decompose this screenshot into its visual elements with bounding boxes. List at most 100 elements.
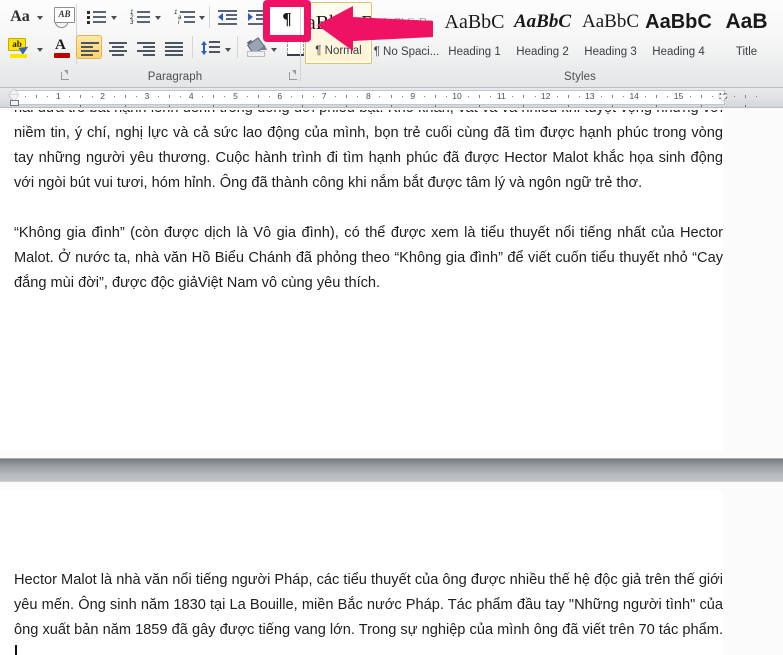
ruler-number: 7 xyxy=(321,91,327,101)
clear-formatting-button[interactable]: AB xyxy=(48,3,78,30)
multilevel-list-button[interactable]: 1 a i xyxy=(170,5,196,28)
shading-dropdown[interactable] xyxy=(268,38,279,60)
ruler-number: 10 xyxy=(452,91,462,101)
line-spacing-button[interactable] xyxy=(196,35,222,59)
chevron-down-icon xyxy=(36,48,43,52)
ruler-tick xyxy=(523,95,525,98)
ruler-dot xyxy=(379,96,381,97)
shading-color-button[interactable] xyxy=(242,35,268,59)
ruler-number: 12 xyxy=(540,91,551,101)
style-item-heading-1[interactable]: AaBbC Heading 1 xyxy=(441,2,508,64)
style-name: ¶ No Spaci... xyxy=(373,46,440,58)
text-highlight-color-dropdown[interactable] xyxy=(34,38,45,60)
multilevel-list-dropdown[interactable] xyxy=(196,6,207,28)
font-dialog-launcher[interactable] xyxy=(60,70,72,82)
ruler-dot xyxy=(711,96,713,97)
style-preview: AaBbC xyxy=(645,10,712,33)
align-left-button[interactable] xyxy=(76,35,102,59)
styles-gallery[interactable]: AaBbCcDc ¶ Normal AaBbCcDc ¶ No Spaci...… xyxy=(305,2,783,66)
ruler-tick xyxy=(346,95,348,98)
change-case-dropdown[interactable] xyxy=(34,6,45,28)
group-separator xyxy=(300,4,301,82)
chevron-down-icon xyxy=(154,16,161,20)
document-canvas[interactable]: hai đứa trẻ bất hạnh lênh đênh trong dòn… xyxy=(0,108,783,655)
styles-group-label: Styles xyxy=(564,71,596,83)
chevron-down-icon xyxy=(110,16,117,20)
ruler-dot xyxy=(157,96,159,97)
bullets-dropdown[interactable] xyxy=(108,6,119,28)
document-page-2[interactable]: Hector Malot là nhà văn nổi tiếng người … xyxy=(0,490,723,655)
style-item-title[interactable]: AaB Title xyxy=(713,2,780,64)
sort-button[interactable] xyxy=(235,5,237,7)
ruler-dot xyxy=(512,96,514,97)
bullets-button[interactable] xyxy=(82,5,108,28)
numbering-button[interactable]: 1 2 3 xyxy=(126,5,152,28)
ruler-tick xyxy=(479,95,481,98)
horizontal-ruler[interactable]: 1 2 3 4 5 6 7 8 9 10 11 12 13 14 15 16 xyxy=(0,88,783,108)
ruler-dot xyxy=(135,96,137,97)
paragraph[interactable]: “Không gia đình” (còn được dịch là Vô gi… xyxy=(14,221,723,296)
clear-formatting-label: AB xyxy=(58,9,71,19)
align-center-button[interactable] xyxy=(104,35,130,59)
style-name: Heading 2 xyxy=(516,46,569,58)
right-indent-marker[interactable] xyxy=(718,95,728,101)
style-name: ¶ Normal xyxy=(315,45,362,57)
clear-formatting-icon: AB xyxy=(54,7,75,23)
paragraph[interactable]: Hector Malot là nhà văn nổi tiếng người … xyxy=(14,568,723,655)
ruler-dot xyxy=(423,96,425,97)
page-2-body[interactable]: Hector Malot là nhà văn nổi tiếng người … xyxy=(14,568,723,655)
sort-paragraph-button[interactable] xyxy=(241,5,243,7)
decrease-indent-icon xyxy=(218,10,237,25)
highlight-color-bar xyxy=(10,54,27,58)
ruler-number: 8 xyxy=(366,91,371,101)
show-formatting-marks-button[interactable]: ¶ xyxy=(270,4,304,32)
ruler-number: 2 xyxy=(100,91,105,101)
change-case-button[interactable]: Aa xyxy=(6,5,34,29)
ruler-number: 9 xyxy=(410,91,416,101)
ruler-dot xyxy=(268,96,270,97)
ruler-dot xyxy=(357,96,359,97)
paragraph[interactable]: hai đứa trẻ bất hạnh lênh đênh trong dòn… xyxy=(14,108,723,196)
style-preview: AaBbC xyxy=(513,11,572,32)
chevron-down-icon xyxy=(36,16,43,20)
line-spacing-dropdown[interactable] xyxy=(222,38,233,60)
ruler-number: 6 xyxy=(277,91,283,101)
justify-button[interactable] xyxy=(160,35,186,59)
sort-button-main[interactable] xyxy=(243,5,245,7)
ruler-number: 5 xyxy=(233,91,238,101)
left-indent-marker[interactable] xyxy=(9,100,19,106)
align-right-button[interactable] xyxy=(132,35,158,59)
group-separator xyxy=(237,36,238,58)
style-item-heading-4[interactable]: AaBbC Heading 4 xyxy=(645,2,712,64)
ruler-dot xyxy=(202,96,204,97)
ruler-dot xyxy=(534,96,536,97)
page-1-body[interactable]: hai đứa trẻ bất hạnh lênh đênh trong dòn… xyxy=(14,108,723,296)
document-page-1[interactable]: hai đứa trẻ bất hạnh lênh đênh trong dòn… xyxy=(0,108,783,451)
style-name: Title xyxy=(735,46,758,58)
style-item-normal[interactable]: AaBbCcDc ¶ Normal xyxy=(305,2,372,64)
ruler-dot xyxy=(335,96,337,97)
ruler-tick xyxy=(80,95,82,98)
font-color-button[interactable]: A xyxy=(48,35,76,61)
style-preview: AaBbCcDc xyxy=(381,16,432,28)
ruler-dot xyxy=(667,96,669,97)
style-item-heading-3[interactable]: AaBbC Heading 3 xyxy=(577,2,644,64)
numbering-dropdown[interactable] xyxy=(152,6,163,28)
decrease-indent-button[interactable] xyxy=(213,5,239,28)
page-break-separator xyxy=(0,451,783,490)
paragraph-dialog-launcher[interactable] xyxy=(288,70,300,82)
chevron-down-icon xyxy=(270,48,277,52)
ruler-dot xyxy=(69,96,71,97)
text-highlight-color-button[interactable]: ab xyxy=(4,35,34,61)
ruler-number: 11 xyxy=(496,91,506,101)
style-item-no-spacing[interactable]: AaBbCcDc ¶ No Spaci... xyxy=(373,2,440,64)
style-item-heading-2[interactable]: AaBbC Heading 2 xyxy=(509,2,576,64)
ruler-dot xyxy=(180,96,182,97)
ruler-dot xyxy=(623,96,625,97)
increase-indent-button[interactable] xyxy=(243,5,269,28)
pilcrow-icon: ¶ xyxy=(282,8,292,28)
shading-button[interactable] xyxy=(220,35,222,37)
group-separator xyxy=(192,36,193,58)
ruler-dot xyxy=(468,96,470,97)
ruler-dot xyxy=(91,96,93,97)
